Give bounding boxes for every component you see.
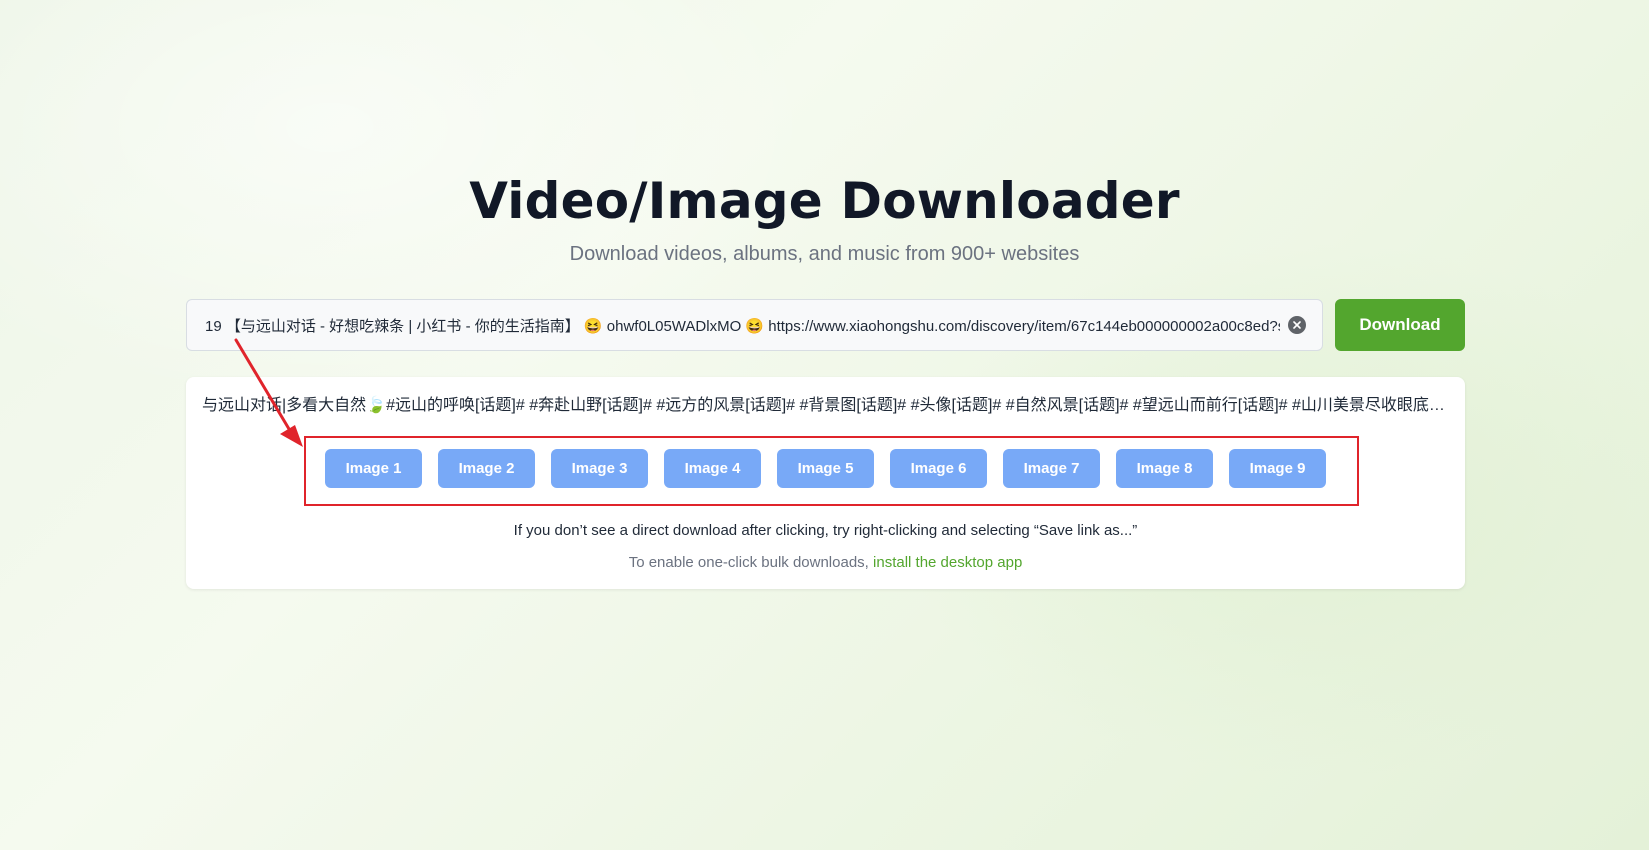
download-hint: If you don’t see a direct download after… (513, 522, 1138, 539)
image-6-button[interactable]: Image 6 (890, 449, 987, 488)
image-1-button[interactable]: Image 1 (325, 449, 422, 488)
image-3-button[interactable]: Image 3 (551, 449, 648, 488)
image-7-button[interactable]: Image 7 (1003, 449, 1100, 488)
url-input[interactable] (203, 299, 1282, 351)
image-8-button[interactable]: Image 8 (1116, 449, 1213, 488)
page-title: Video/Image Downloader (469, 172, 1180, 230)
page: Video/Image Downloader Download videos, … (0, 0, 1649, 850)
result-card: 与远山对话|多看大自然🍃#远山的呼唤[话题]# #奔赴山野[话题]# #远方的风… (186, 377, 1465, 589)
image-2-button[interactable]: Image 2 (438, 449, 535, 488)
page-subtitle: Download videos, albums, and music from … (569, 243, 1080, 265)
bulk-download-prefix: To enable one-click bulk downloads, (628, 554, 874, 571)
image-9-button[interactable]: Image 9 (1229, 449, 1326, 488)
url-input-container (186, 299, 1323, 351)
download-button[interactable]: Download (1335, 299, 1465, 351)
close-circle-icon[interactable] (1288, 316, 1306, 334)
image-buttons-group: Image 1 Image 2 Image 3 Image 4 Image 5 … (325, 449, 1326, 488)
post-description: 与远山对话|多看大自然🍃#远山的呼唤[话题]# #奔赴山野[话题]# #远方的风… (202, 397, 1449, 414)
install-desktop-app-link[interactable]: install the desktop app (873, 554, 1022, 571)
bulk-download-note: To enable one-click bulk downloads, inst… (186, 552, 1465, 574)
image-4-button[interactable]: Image 4 (664, 449, 761, 488)
search-row: Download (186, 299, 1465, 351)
image-5-button[interactable]: Image 5 (777, 449, 874, 488)
